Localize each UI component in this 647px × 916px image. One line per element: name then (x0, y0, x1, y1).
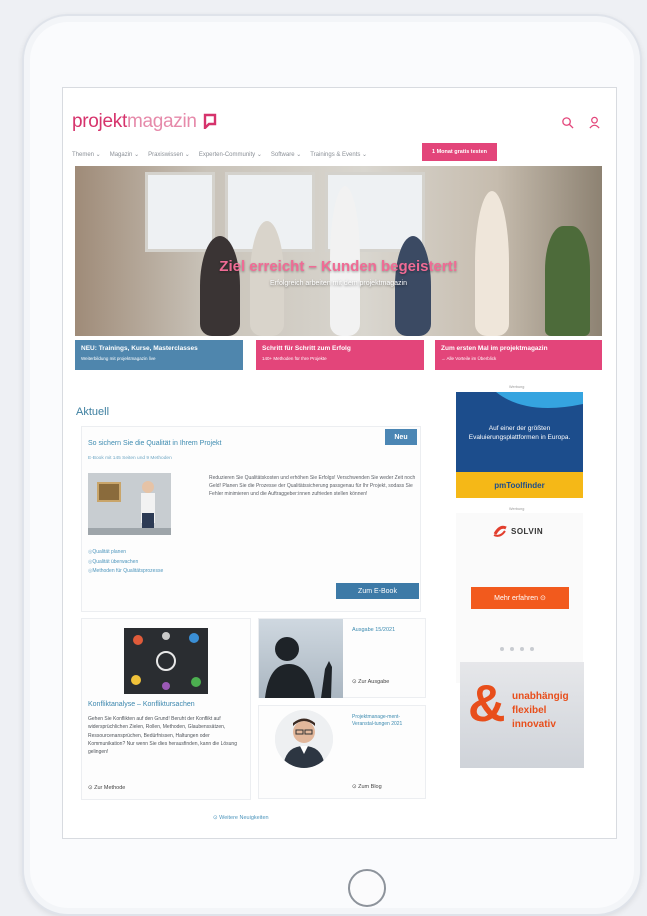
solvin-brand: SOLVIN (511, 526, 544, 536)
blog-card: Projektmanage-ment-Veranstal-tungen 2021… (258, 705, 426, 799)
ebook-button[interactable]: Zum E-Book (336, 583, 419, 599)
search-icon[interactable] (561, 116, 574, 129)
nav-item-trainings[interactable]: Trainings & Events ⌄ (310, 151, 367, 158)
home-button[interactable] (348, 869, 386, 907)
nav-item-praxiswissen[interactable]: Praxiswissen ⌄ (148, 151, 190, 158)
ampersand-graphic: & (468, 675, 506, 733)
author-avatar (275, 710, 333, 768)
gallery-illustration (88, 473, 171, 535)
issue-image (259, 619, 343, 698)
ad-label: Werbung (509, 507, 525, 511)
teaser-title: Schritt für Schritt zum Erfolg (262, 345, 351, 352)
carousel-dot[interactable] (500, 647, 504, 651)
logo-text-projekt: projekt (72, 111, 127, 132)
blog-label[interactable]: Projektmanage-ment-Veranstal-tungen 2021 (352, 714, 418, 728)
featured-text: Reduzieren Sie Qualitätskosten und erhöh… (209, 475, 416, 497)
teaser-title: Zum ersten Mal im projektmagazin (441, 345, 548, 352)
new-badge: Neu (385, 429, 417, 445)
method-title[interactable]: Konfliktanalyse – Konfliktursachen (88, 701, 195, 708)
featured-links: Qualität planen Qualität überwachen Meth… (88, 548, 163, 577)
author-portrait (275, 710, 333, 768)
carousel-dots (500, 647, 534, 651)
ad-unabhaengig[interactable]: & unabhängig flexibel innovativ (460, 662, 584, 768)
featured-ebook-card: So sichern Sie die Qualität in Ihrem Pro… (81, 426, 421, 612)
hero-window (145, 172, 215, 252)
ad3-word: flexibel (512, 705, 547, 716)
method-image (124, 628, 208, 694)
issue-label[interactable]: Ausgabe 15/2021 (352, 627, 395, 633)
hero-title: Ziel erreicht – Kunden begeistert! (219, 258, 458, 275)
user-icon[interactable] (588, 116, 601, 129)
ad3-words: unabhängig flexibel innovativ (512, 690, 569, 732)
ad1-brand-bar: pmToolfinder (456, 472, 583, 498)
browser-screen: projektmagazin Themen ⌄ Magazin ⌄ Praxis… (62, 87, 617, 839)
ad1-text: Auf einer der größten Evaluierungsplattf… (468, 425, 571, 441)
carousel-dot[interactable] (520, 647, 524, 651)
hero-person (250, 221, 284, 336)
carousel-dot[interactable] (510, 647, 514, 651)
free-trial-button[interactable]: 1 Monat gratis testen (422, 143, 497, 161)
teaser-subtitle: Weiterbildung mit projektmagazin live (81, 356, 156, 361)
ad1-brand: pmToolfinder (494, 480, 545, 490)
teaser-title: NEU: Trainings, Kurse, Masterclasses (81, 345, 198, 352)
ad-pmtoolfinder[interactable]: Auf einer der größten Evaluierungsplattf… (456, 392, 583, 498)
hero-banner[interactable]: Ziel erreicht – Kunden begeistert! Erfol… (75, 166, 602, 336)
blog-link[interactable]: ⊙ Zum Blog (352, 784, 382, 790)
issue-card: Ausgabe 15/2021 ⊙ Zur Ausgabe (258, 618, 426, 698)
link-qualitaet-planen[interactable]: Qualität planen (88, 548, 163, 558)
header-icons (561, 116, 601, 129)
method-link[interactable]: ⊙ Zur Methode (88, 785, 125, 791)
more-news-link[interactable]: ⊙ Weitere Neuigkeiten (213, 815, 269, 821)
main-navigation: Themen ⌄ Magazin ⌄ Praxiswissen ⌄ Expert… (72, 151, 367, 158)
teaser-methods[interactable]: Schritt für Schritt zum Erfolg 140+ Meth… (256, 340, 424, 370)
featured-title[interactable]: So sichern Sie die Qualität in Ihrem Pro… (88, 440, 221, 447)
conflict-illustration (124, 628, 208, 694)
hero-subtitle: Erfolgreich arbeiten mit dem projektmaga… (270, 280, 407, 287)
teaser-subtitle: 140+ Methoden für Ihre Projekte (262, 356, 327, 361)
teaser-first-time[interactable]: Zum ersten Mal im projektmagazin → Alle … (435, 340, 602, 370)
solvin-logo: SOLVIN (492, 523, 543, 539)
carousel-dot[interactable] (530, 647, 534, 651)
featured-meta: E-Book mit 145 Seiten und 9 Methoden (88, 456, 172, 461)
logo-mark-icon (203, 113, 217, 129)
nav-item-magazin[interactable]: Magazin ⌄ (110, 151, 139, 158)
nav-item-community[interactable]: Experten-Community ⌄ (199, 151, 262, 158)
logo-text-magazin: magazin (126, 111, 197, 132)
ad-solvin[interactable]: SOLVIN Mehr erfahren ⊙ (456, 513, 583, 683)
issue-link[interactable]: ⊙ Zur Ausgabe (352, 679, 389, 685)
silhouette-illustration (265, 637, 332, 698)
featured-image (88, 473, 171, 535)
mehr-erfahren-button[interactable]: Mehr erfahren ⊙ (471, 587, 569, 609)
method-card: Konfliktanalyse – Konfliktursachen Gehen… (81, 618, 251, 800)
link-qualitaet-ueberwachen[interactable]: Qualität überwachen (88, 558, 163, 568)
link-methoden[interactable]: Methoden für Qualitätsprozesse (88, 567, 163, 577)
ad3-word: innovativ (512, 719, 556, 730)
site-logo[interactable]: projektmagazin (72, 111, 197, 133)
ad3-word: unabhängig (512, 691, 569, 702)
section-title: Aktuell (76, 406, 110, 418)
teaser-trainings[interactable]: NEU: Trainings, Kurse, Masterclasses Wei… (75, 340, 243, 370)
nav-item-themen[interactable]: Themen ⌄ (72, 151, 101, 158)
teaser-subtitle: → Alle Vorteile im Überblick (441, 356, 497, 361)
nav-item-software[interactable]: Software ⌄ (271, 151, 301, 158)
ad-decoration (496, 392, 583, 408)
ad-label: Werbung (509, 385, 525, 389)
solvin-logo-icon (493, 525, 507, 537)
method-text: Gehen Sie Konflikten auf den Grund! Beru… (88, 716, 237, 756)
